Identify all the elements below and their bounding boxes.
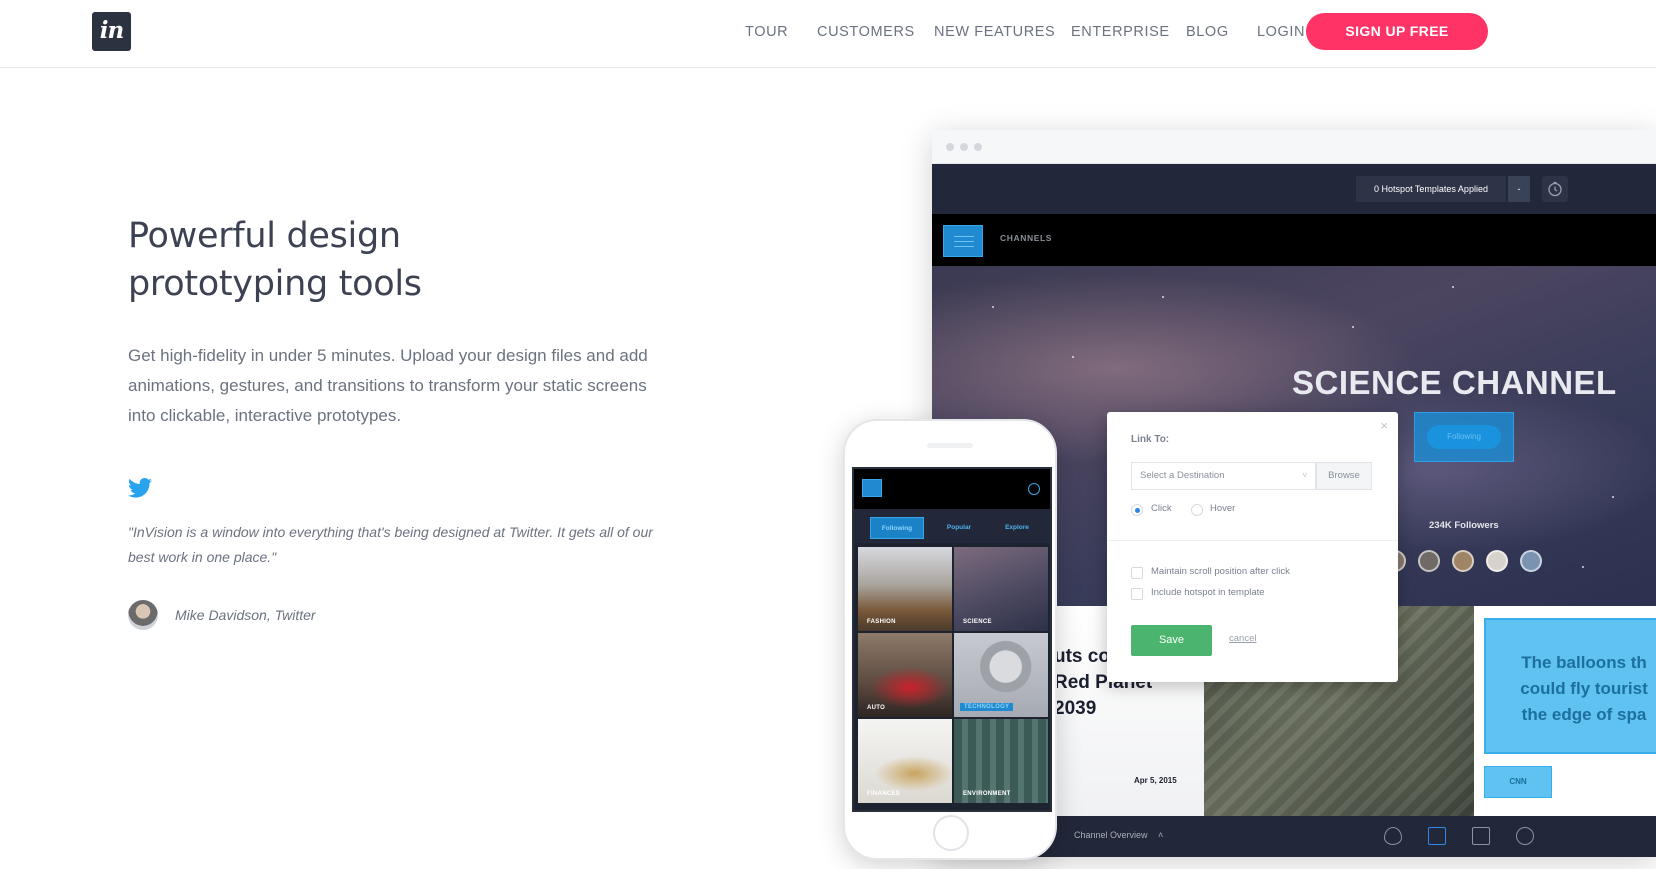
hero-description: Get high-fidelity in under 5 minutes. Up…	[128, 346, 648, 425]
builder-toolbar: 0 Hotspot Templates Applied -	[932, 164, 1656, 214]
channels-label: CHANNELS	[1000, 233, 1053, 243]
tile-auto[interactable]: AUTO	[858, 633, 952, 717]
hotspot-following[interactable]: Following	[1414, 412, 1514, 462]
history-icon[interactable]	[1516, 827, 1534, 845]
channel-title: SCIENCE CHANNEL	[1292, 364, 1617, 401]
browse-button[interactable]: Browse	[1316, 462, 1372, 490]
phone-tabs: Following Popular Explore	[854, 509, 1050, 543]
modal-title: Link To:	[1131, 434, 1170, 445]
nav-blog[interactable]: BLOG	[1186, 22, 1229, 42]
window-dot	[946, 143, 954, 151]
balloon-headline: The balloons th could fly tourist the ed…	[1520, 653, 1648, 724]
phone-mockup: Following Popular Explore FASHION SCIENC…	[843, 419, 1057, 860]
radio-hover-label: Hover	[1210, 503, 1236, 514]
close-icon[interactable]: ×	[1380, 418, 1388, 433]
chevron-up-icon[interactable]: ˄	[1158, 830, 1163, 840]
eye-icon[interactable]	[1384, 827, 1402, 845]
follower-avatar	[1418, 550, 1440, 572]
clock-icon[interactable]	[1542, 176, 1568, 202]
tile-environment[interactable]: ENVIRONMENT	[954, 719, 1048, 803]
radio-hover[interactable]	[1191, 504, 1203, 516]
article-date: Apr 5, 2015	[1134, 776, 1177, 785]
tab-explore[interactable]: Explore	[992, 517, 1042, 539]
followers-count: 234K Followers	[1429, 520, 1499, 531]
nav-new-features[interactable]: NEW FEATURES	[934, 22, 1055, 42]
invision-logo[interactable]: in	[92, 12, 131, 51]
maintain-scroll-label: Maintain scroll position after click	[1151, 566, 1290, 577]
radio-click-label: Click	[1151, 503, 1172, 514]
destination-placeholder: Select a Destination	[1140, 470, 1225, 481]
divider	[1107, 540, 1398, 541]
tile-label: FASHION	[867, 619, 896, 625]
hero-title: Powerful design prototyping tools	[128, 212, 688, 308]
phone-speaker	[927, 443, 973, 448]
hero-title-line2: prototyping tools	[128, 264, 422, 304]
comment-icon[interactable]	[1472, 827, 1490, 845]
screen-name[interactable]: Channel Overview	[1074, 830, 1148, 840]
link-to-modal: × Link To: Select a Destination ˅ Browse…	[1107, 412, 1398, 682]
tile-label: FINANCES	[867, 791, 901, 797]
tile-label: TECHNOLOGY	[960, 703, 1014, 711]
nav-enterprise[interactable]: ENTERPRISE	[1071, 22, 1170, 42]
tab-popular[interactable]: Popular	[934, 517, 984, 539]
tile-label: ENVIRONMENT	[963, 791, 1011, 797]
search-icon[interactable]	[1028, 483, 1040, 495]
twitter-icon	[128, 478, 152, 498]
following-button[interactable]: Following	[1427, 425, 1501, 449]
phone-screen: Following Popular Explore FASHION SCIENC…	[852, 467, 1052, 812]
radio-click[interactable]	[1131, 504, 1143, 516]
destination-select[interactable]: Select a Destination ˅	[1131, 462, 1316, 490]
maintain-scroll-checkbox[interactable]	[1131, 567, 1143, 579]
build-mode-icon[interactable]	[1428, 827, 1446, 845]
tile-technology[interactable]: TECHNOLOGY	[954, 633, 1048, 717]
tile-science[interactable]: SCIENCE	[954, 547, 1048, 631]
cnn-source-button[interactable]: CNN	[1484, 766, 1552, 798]
testimonial-author: Mike Davidson, Twitter	[175, 607, 316, 623]
testimonial-quote: "InVision is a window into everything th…	[128, 524, 653, 565]
hotspot-templates-select[interactable]: 0 Hotspot Templates Applied	[1356, 176, 1506, 202]
tile-finances[interactable]: FINANCES	[858, 719, 952, 803]
app-nav-bar: CHANNELS	[932, 214, 1656, 266]
cancel-link[interactable]: cancel	[1229, 633, 1256, 644]
menu-icon[interactable]	[943, 225, 983, 257]
phone-top-bar	[854, 469, 1050, 509]
window-dot	[974, 143, 982, 151]
window-dot	[960, 143, 968, 151]
tile-fashion[interactable]: FASHION	[858, 547, 952, 631]
site-header: in TOUR CUSTOMERS NEW FEATURES ENTERPRIS…	[0, 0, 1656, 68]
menu-icon[interactable]	[862, 479, 882, 497]
include-hotspot-checkbox[interactable]	[1131, 588, 1143, 600]
follower-avatar	[1452, 550, 1474, 572]
follower-avatar	[1486, 550, 1508, 572]
save-button[interactable]: Save	[1131, 625, 1212, 656]
nav-customers[interactable]: CUSTOMERS	[817, 22, 915, 42]
browser-chrome	[932, 130, 1656, 164]
hero-title-line1: Powerful design	[128, 216, 401, 256]
nav-login[interactable]: LOGIN	[1257, 22, 1305, 42]
templates-dropdown-button[interactable]: -	[1508, 176, 1530, 202]
home-button[interactable]	[933, 815, 969, 851]
follower-avatar	[1520, 550, 1542, 572]
tab-following[interactable]: Following	[870, 517, 924, 539]
signup-button[interactable]: SIGN UP FREE	[1306, 13, 1488, 50]
tile-label: AUTO	[867, 705, 886, 711]
nav-tour[interactable]: TOUR	[745, 22, 788, 42]
tile-label: SCIENCE	[963, 619, 992, 625]
include-hotspot-label: Include hotspot in template	[1151, 587, 1265, 598]
author-avatar	[128, 600, 158, 630]
article-card-highlight[interactable]: The balloons th could fly tourist the ed…	[1474, 606, 1656, 816]
chevron-down-icon: ˅	[1302, 471, 1307, 480]
